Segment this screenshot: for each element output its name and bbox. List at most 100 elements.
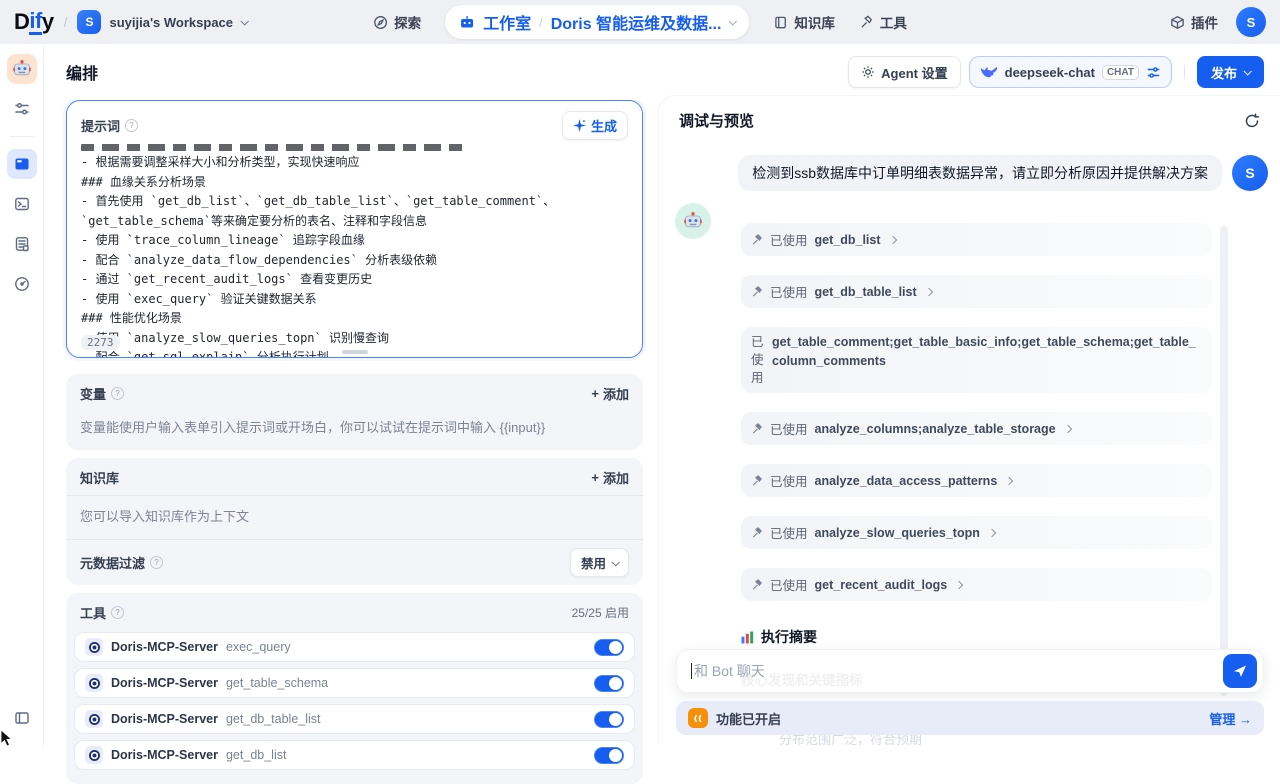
separator: /: [539, 15, 543, 30]
manage-features-link[interactable]: 管理 →: [1209, 709, 1252, 728]
hammer-icon: [751, 423, 763, 435]
help-icon[interactable]: ?: [111, 387, 124, 400]
gear-icon: [861, 65, 875, 79]
tool-call-chip[interactable]: 已使用 analyze_data_access_patterns: [741, 464, 1212, 497]
model-name: deepseek-chat: [1005, 65, 1095, 80]
tool-row[interactable]: Doris-MCP-Server get_table_schema: [74, 668, 635, 698]
char-count: 2273: [81, 335, 120, 350]
hammer-icon: [751, 579, 763, 591]
divider: [10, 136, 34, 137]
nav-plugins[interactable]: 插件: [1170, 12, 1218, 32]
clipped-text-line: [81, 144, 464, 151]
nav-app-tab[interactable]: Doris 智能运维及数据...: [551, 10, 722, 34]
chat-input-box[interactable]: [676, 649, 1264, 693]
variables-description: 变量能使用户输入表单引入提示词或开场白，你可以试试在提示词中输入 {{input…: [66, 411, 643, 450]
hammer-icon: [751, 527, 763, 539]
debug-preview-panel: 调试与预览 检测到ssb数据库中订单明细表数据异常，请立即分析原因并提供解决方案…: [659, 96, 1280, 747]
scrollbar[interactable]: [1220, 226, 1228, 696]
generate-button[interactable]: 生成: [562, 111, 628, 140]
add-variable-button[interactable]: + 添加: [591, 384, 629, 403]
tool-call-chip[interactable]: 已使用 get_db_table_list: [741, 275, 1212, 308]
logo-part: D: [14, 9, 29, 35]
nav-plugins-label: 插件: [1191, 12, 1218, 32]
tool-call-chip[interactable]: 已使用 get_table_comment;get_table_basic_in…: [741, 327, 1212, 393]
rail-logs[interactable]: [7, 229, 37, 259]
tool-toggle[interactable]: [594, 747, 624, 764]
prompt-line: - 使用 `analyze_slow_queries_topn` 识别慢查询: [81, 329, 628, 349]
help-icon[interactable]: ?: [111, 606, 124, 619]
tool-call-chip[interactable]: 已使用 get_db_list: [741, 223, 1212, 256]
bot-answer: 已使用 get_db_list 已使用 get_db_table_list 已使…: [741, 203, 1212, 725]
tool-toggle[interactable]: [594, 711, 624, 728]
knowledge-description: 您可以导入知识库作为上下文: [66, 495, 643, 539]
agent-settings-button[interactable]: Agent 设置: [848, 56, 960, 88]
tool-name: get_db_list: [226, 748, 286, 762]
restart-icon[interactable]: [1244, 113, 1260, 129]
resize-handle[interactable]: [342, 350, 368, 354]
user-avatar[interactable]: S: [1236, 7, 1266, 37]
prompt-line: ### 血缘关系分析场景: [81, 173, 628, 193]
generate-label: 生成: [591, 116, 617, 135]
features-bar: 功能已开启 管理 →: [676, 701, 1264, 735]
collapse-sidebar-icon[interactable]: [7, 703, 37, 733]
book-icon: [773, 15, 788, 30]
tool-provider: Doris-MCP-Server: [111, 640, 218, 654]
hammer-icon: [751, 475, 763, 487]
user-avatar: S: [1232, 155, 1268, 191]
tool-call-chip[interactable]: 已使用 analyze_columns;analyze_table_storag…: [741, 412, 1212, 445]
rail-api-terminal[interactable]: [7, 189, 37, 219]
chat-input[interactable]: [694, 663, 1223, 679]
tune-icon[interactable]: [1146, 65, 1161, 80]
app-settings-icon[interactable]: [7, 94, 37, 124]
nav-tools[interactable]: 工具: [859, 12, 907, 32]
metadata-filter-dropdown[interactable]: 禁用: [570, 548, 629, 577]
tool-toggle[interactable]: [594, 675, 624, 692]
tool-toggle[interactable]: [594, 639, 624, 656]
chip-tool-name: analyze_slow_queries_topn: [815, 526, 980, 540]
workspace-avatar: S: [77, 10, 101, 34]
chevron-down-icon[interactable]: [729, 17, 737, 25]
execution-summary-label: 执行摘要: [761, 627, 817, 647]
execution-summary-heading: 执行摘要: [741, 627, 1212, 647]
left-rail: [0, 44, 44, 747]
variables-title-label: 变量: [80, 384, 106, 403]
help-icon[interactable]: ?: [125, 119, 138, 132]
chevron-right-icon: [924, 287, 932, 295]
rail-orchestrate[interactable]: [7, 149, 37, 179]
orchestrate-column: 提示词 ? 生成 - 根据需要调整采样大小和分析类型，实现快速响应 ### 血缘…: [66, 100, 643, 747]
publish-button[interactable]: 发布: [1197, 56, 1264, 88]
prompt-line: ### 性能优化场景: [81, 309, 628, 329]
dify-logo[interactable]: Dify: [14, 9, 54, 35]
deepseek-whale-icon: [980, 65, 998, 79]
send-button[interactable]: [1223, 654, 1257, 688]
prompt-editor[interactable]: - 根据需要调整采样大小和分析类型，实现快速响应 ### 血缘关系分析场景 - …: [67, 144, 642, 358]
debug-title: 调试与预览: [679, 110, 754, 131]
nav-knowledge-label: 知识库: [794, 12, 835, 32]
chevron-down-icon: [1243, 67, 1251, 75]
mcp-server-icon: [85, 638, 103, 656]
tool-call-chip[interactable]: 已使用 get_recent_audit_logs: [741, 568, 1212, 601]
tool-row[interactable]: Doris-MCP-Server get_db_list: [74, 740, 635, 770]
workspace-selector[interactable]: S suyijia's Workspace: [77, 10, 247, 34]
chevron-right-icon: [1005, 477, 1013, 485]
model-selector[interactable]: deepseek-chat CHAT: [969, 56, 1172, 88]
tool-name: get_table_schema: [226, 676, 328, 690]
robot-icon: [459, 14, 475, 30]
tool-row[interactable]: Doris-MCP-Server exec_query: [74, 632, 635, 662]
add-knowledge-button[interactable]: + 添加: [591, 468, 629, 487]
publish-label: 发布: [1211, 63, 1237, 82]
rail-monitoring[interactable]: [7, 269, 37, 299]
app-icon[interactable]: [7, 54, 37, 84]
tool-call-chip[interactable]: 已使用 analyze_slow_queries_topn: [741, 516, 1212, 549]
nav-studio-label[interactable]: 工作室: [483, 10, 531, 34]
nav-knowledge[interactable]: 知识库: [773, 12, 835, 32]
nav-studio-pill[interactable]: 工作室 / Doris 智能运维及数据...: [445, 5, 749, 39]
knowledge-title: 知识库: [80, 468, 119, 487]
nav-explore[interactable]: 探索: [373, 12, 421, 32]
chevron-right-icon: [1063, 425, 1071, 433]
tools-title: 工具 ?: [80, 603, 124, 622]
help-icon[interactable]: ?: [150, 556, 163, 569]
metadata-filter-title: 元数据过滤 ?: [80, 553, 163, 572]
metadata-filter-row: 元数据过滤 ? 禁用: [66, 539, 643, 585]
tool-row[interactable]: Doris-MCP-Server get_db_table_list: [74, 704, 635, 734]
